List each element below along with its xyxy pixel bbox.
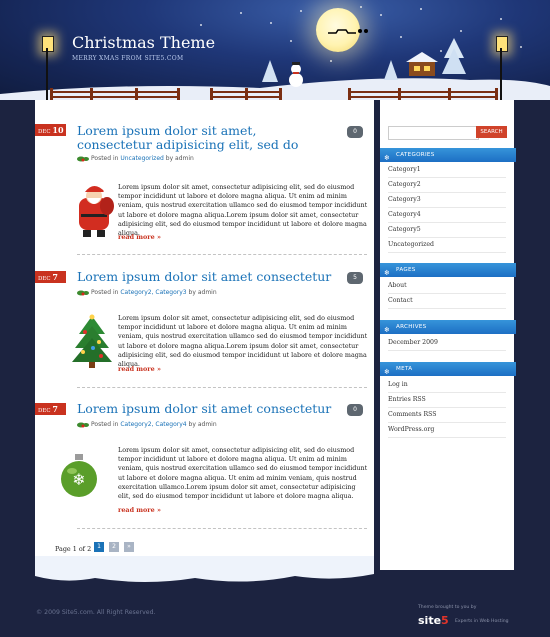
snowflake-icon: ❄ [384, 368, 391, 376]
author: admin [197, 289, 217, 296]
snow-drift [35, 556, 374, 582]
widget-header-meta: ❄ META [380, 362, 516, 376]
read-more-link[interactable]: read more » [118, 233, 161, 241]
category-item[interactable]: Category5 [388, 223, 506, 238]
tree-icon [442, 38, 466, 74]
date-tag: DEC 10 [35, 124, 66, 136]
santa-icon [79, 186, 114, 237]
post-divider [77, 528, 367, 533]
footer-brought-by: Theme brought to you by [418, 605, 477, 610]
meta-link[interactable]: WordPress.org [388, 423, 506, 438]
comment-count-badge[interactable]: 0 [347, 126, 363, 138]
category-item[interactable]: Uncategorized [388, 238, 506, 253]
widget-header-pages: ❄ PAGES [380, 263, 516, 277]
comment-count-badge[interactable]: 5 [347, 272, 363, 284]
post-title[interactable]: Lorem ipsum dolor sit amet, consectetur … [77, 124, 327, 152]
tree-icon [262, 60, 278, 82]
search-input[interactable] [388, 126, 479, 140]
read-more-link[interactable]: read more » [118, 365, 161, 373]
page-button-1[interactable]: 1 [94, 542, 104, 552]
meta-link[interactable]: Comments RSS [388, 408, 506, 423]
category-item[interactable]: Category1 [388, 163, 506, 178]
meta-link[interactable]: Entries RSS [388, 393, 506, 408]
category-item[interactable]: Category4 [388, 208, 506, 223]
snowflake-icon: ❄ [384, 269, 391, 277]
post-excerpt: Lorem ipsum dolor sit amet, consectetur … [118, 446, 368, 501]
footer-tagline: Experts in Web Hosting [455, 619, 509, 624]
post-excerpt: Lorem ipsum dolor sit amet, consectetur … [118, 183, 368, 238]
archive-link[interactable]: December 2009 [388, 336, 506, 351]
house-icon [406, 52, 438, 76]
next-page-button[interactable]: » [124, 542, 134, 552]
post-meta: Posted in Category2, Category3 by admin [91, 289, 217, 296]
snowflake-icon: ❄ [384, 326, 391, 334]
date-tag: DEC 7 [35, 403, 66, 415]
page-button-2[interactable]: 2 [109, 542, 119, 552]
category-link[interactable]: Category2, Category3 [120, 289, 186, 296]
site5-logo[interactable]: site5 [418, 614, 449, 627]
category-link[interactable]: Uncategorized [120, 155, 163, 162]
ornament-icon: ❄ [61, 454, 97, 497]
widget-header-categories: ❄ CATEGORIES [380, 148, 516, 162]
holly-icon [77, 290, 89, 296]
category-item[interactable]: Category3 [388, 193, 506, 208]
date-tag: DEC 7 [35, 271, 66, 283]
fence [210, 88, 282, 100]
post-meta: Posted in Uncategorized by admin [91, 155, 194, 162]
post-divider [77, 387, 367, 392]
fence [348, 88, 498, 100]
footer-copyright: © 2009 Site5.com. All Right Reserved. [36, 609, 156, 616]
pagination-label: Page 1 of 2 [55, 545, 92, 553]
tree-icon [384, 60, 398, 80]
comment-count-badge[interactable]: 0 [347, 404, 363, 416]
meta-link[interactable]: Log in [388, 378, 506, 393]
category-item[interactable]: Category2 [388, 178, 506, 193]
author: admin [175, 155, 194, 162]
main-content: DEC 10 Lorem ipsum dolor sit amet, conse… [35, 100, 374, 570]
holly-icon [77, 156, 89, 162]
author: admin [197, 421, 217, 428]
snowman-icon [289, 62, 303, 87]
site-description: MERRY XMAS FROM SITE5.COM [72, 55, 184, 62]
search-button[interactable]: SEARCH [476, 126, 507, 138]
read-more-link[interactable]: read more » [118, 506, 161, 514]
post-divider [77, 254, 367, 259]
post-excerpt: Lorem ipsum dolor sit amet, consectetur … [118, 314, 368, 369]
christmas-tree-icon [72, 314, 112, 368]
post-title[interactable]: Lorem ipsum dolor sit amet consectetur [77, 402, 337, 416]
sidebar: SEARCH ❄ CATEGORIES Category1 Category2 C… [380, 100, 516, 570]
widget-header-archives: ❄ ARCHIVES [380, 320, 516, 334]
fence [50, 88, 180, 100]
header: Christmas Theme MERRY XMAS FROM SITE5.CO… [0, 0, 550, 100]
holly-icon [77, 422, 89, 428]
post-meta: Posted in Category2, Category4 by admin [91, 421, 217, 428]
site-title[interactable]: Christmas Theme [72, 33, 215, 52]
sleigh-icon [328, 29, 368, 34]
post-title[interactable]: Lorem ipsum dolor sit amet consectetur [77, 270, 337, 284]
category-link[interactable]: Category2, Category4 [120, 421, 186, 428]
page-link[interactable]: About [388, 279, 506, 294]
page-link[interactable]: Contact [388, 294, 506, 309]
